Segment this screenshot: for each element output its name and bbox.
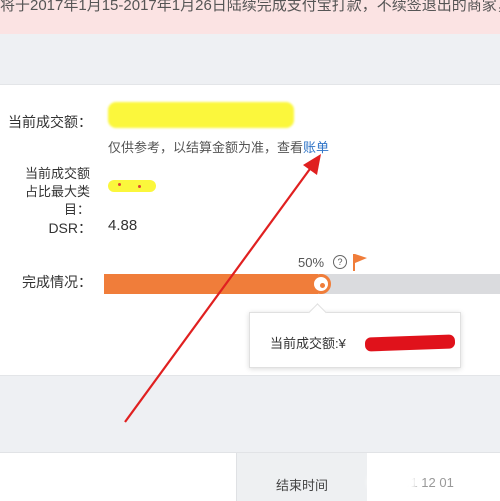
arrow-line	[124, 161, 316, 423]
arrow-head	[303, 154, 321, 175]
annotation-arrow	[124, 154, 321, 423]
